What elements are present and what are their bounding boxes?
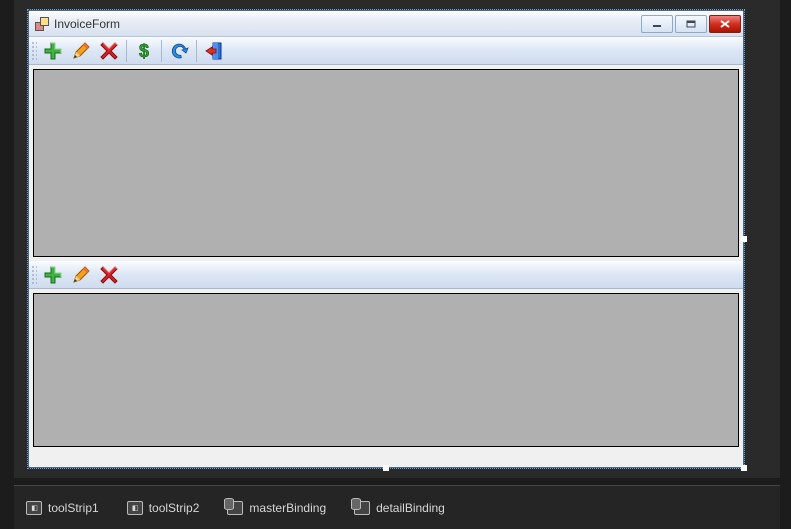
window-buttons — [641, 15, 741, 33]
x-icon — [99, 41, 119, 61]
exit-button[interactable] — [201, 38, 227, 64]
x-icon — [99, 265, 119, 285]
toolstrip2 — [29, 261, 743, 289]
delete-button[interactable] — [96, 38, 122, 64]
money-button[interactable]: $ — [131, 38, 157, 64]
separator — [126, 40, 127, 62]
edit-button[interactable] — [68, 38, 94, 64]
tray-item-label: toolStrip2 — [149, 501, 200, 515]
plus-icon — [43, 265, 63, 285]
tray-item-label: masterBinding — [249, 501, 326, 515]
dollar-icon: $ — [134, 41, 154, 61]
component-tray: ◧ toolStrip1 ◧ toolStrip2 masterBinding … — [14, 485, 780, 529]
delete-button[interactable] — [96, 262, 122, 288]
tray-item-label: detailBinding — [376, 501, 445, 515]
window-title: InvoiceForm — [54, 17, 641, 31]
invoice-form-window: InvoiceForm — [28, 10, 744, 468]
plus-icon — [43, 41, 63, 61]
tray-item-masterbinding[interactable]: masterBinding — [227, 501, 326, 515]
bindingsource-icon — [227, 501, 243, 515]
bindingsource-icon — [354, 501, 370, 515]
tray-item-detailbinding[interactable]: detailBinding — [354, 501, 445, 515]
toolstrip-grip[interactable] — [31, 41, 37, 61]
door-exit-icon — [204, 41, 224, 61]
add-button[interactable] — [40, 38, 66, 64]
edit-button[interactable] — [68, 262, 94, 288]
refresh-button[interactable] — [166, 38, 192, 64]
toolstrip-grip[interactable] — [31, 265, 37, 285]
toolstrip-icon: ◧ — [26, 501, 42, 515]
toolstrip1: $ — [29, 37, 743, 65]
separator — [161, 40, 162, 62]
add-button[interactable] — [40, 262, 66, 288]
refresh-icon — [169, 41, 189, 61]
minimize-button[interactable] — [641, 15, 673, 33]
form-icon — [35, 17, 49, 31]
maximize-button[interactable] — [675, 15, 707, 33]
separator — [196, 40, 197, 62]
tray-item-toolstrip1[interactable]: ◧ toolStrip1 — [26, 501, 99, 515]
pencil-icon — [71, 265, 91, 285]
titlebar: InvoiceForm — [29, 11, 743, 37]
pencil-icon — [71, 41, 91, 61]
tray-item-label: toolStrip1 — [48, 501, 99, 515]
svg-text:$: $ — [139, 41, 149, 61]
designer-surface: InvoiceForm — [14, 0, 780, 478]
detail-grid-panel[interactable] — [33, 293, 739, 447]
close-button[interactable] — [709, 15, 741, 33]
tray-item-toolstrip2[interactable]: ◧ toolStrip2 — [127, 501, 200, 515]
master-grid-panel[interactable] — [33, 69, 739, 257]
toolstrip-icon: ◧ — [127, 501, 143, 515]
